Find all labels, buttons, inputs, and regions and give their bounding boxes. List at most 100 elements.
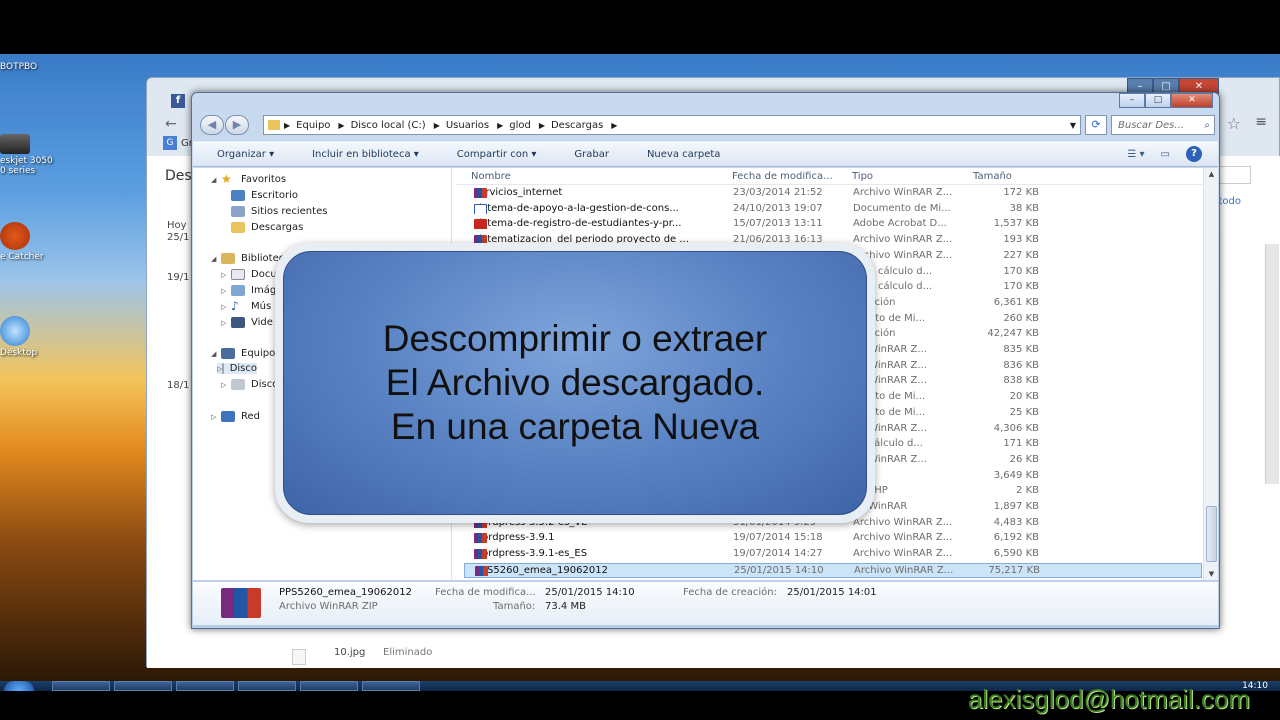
nav-equipo[interactable]: ◢ Equipo — [211, 348, 275, 359]
chevron-right-icon[interactable]: ▶ — [434, 121, 440, 130]
collapse-arrow-icon[interactable]: ▷ — [221, 271, 231, 279]
browser-back-icon[interactable]: ← — [165, 116, 177, 132]
file-size: 1,537 KB — [993, 218, 1039, 230]
details-file-name: PPS5260_emea_19062012 — [279, 587, 412, 598]
chevron-right-icon[interactable]: ▶ — [539, 121, 545, 130]
chevron-right-icon[interactable]: ▶ — [497, 121, 503, 130]
file-row[interactable]: sistema-de-registro-de-estudiantes-y-pr.… — [464, 217, 1202, 232]
nav-favoritos-label: Favoritos — [241, 174, 287, 185]
expand-arrow-icon[interactable]: ◢ — [211, 176, 221, 184]
breadcrumb-disco[interactable]: Disco local (C:) — [351, 120, 426, 131]
menu-icon[interactable]: ≡ — [1255, 114, 1267, 130]
nav-imagenes-label: Imág — [251, 285, 277, 296]
nav-favoritos[interactable]: ◢ ★ Favoritos — [211, 173, 287, 185]
breadcrumb-descargas[interactable]: Descargas — [551, 120, 603, 131]
forward-arrow-icon[interactable]: ▶ — [225, 115, 249, 135]
star-icon[interactable]: ☆ — [1227, 114, 1241, 133]
file-list-scrollbar[interactable]: ▲ ▼ — [1203, 168, 1218, 580]
chevron-right-icon[interactable]: ▶ — [611, 121, 617, 130]
nav-disco-local[interactable]: ▷ Disco — [217, 363, 257, 374]
scroll-down-icon[interactable]: ▼ — [1204, 570, 1218, 578]
maximize-button[interactable]: □ — [1145, 93, 1171, 108]
start-button[interactable] — [4, 681, 34, 691]
file-row[interactable]: wordpress-3.9.1-es_ES 19/07/2014 14:27 Arc… — [464, 547, 1202, 562]
catcher-desktop-icon[interactable]: e Catcher — [0, 222, 60, 262]
taskbar-button-ie[interactable] — [52, 681, 110, 691]
chevron-right-icon[interactable]: ▶ — [284, 121, 290, 130]
breadcrumb-equipo[interactable]: Equipo — [296, 120, 330, 131]
taskbar-button-explorer[interactable] — [114, 681, 172, 691]
nav-videos[interactable]: ▷ Vide — [221, 317, 273, 328]
breadcrumb-usuarios[interactable]: Usuarios — [446, 120, 489, 131]
videos-icon — [231, 317, 245, 328]
column-date[interactable]: Fecha de modifica... — [732, 171, 833, 182]
collapse-arrow-icon[interactable]: ▷ — [221, 303, 231, 311]
search-input[interactable]: Buscar Des... ⌕ — [1111, 115, 1215, 135]
browser-scrollbar[interactable] — [1265, 244, 1279, 484]
file-row[interactable]: PPS5260_emea_19062012 25/01/2015 14:10 Arc… — [464, 562, 1202, 578]
scroll-up-icon[interactable]: ▲ — [1204, 170, 1218, 178]
file-row[interactable]: servicios_internet 23/03/2014 21:52 Archiv… — [464, 186, 1202, 201]
collapse-arrow-icon[interactable]: ▷ — [211, 413, 221, 421]
chevron-down-icon[interactable]: ▼ — [1066, 121, 1080, 130]
file-name: servicios_internet — [474, 187, 724, 198]
explorer-titlebar[interactable]: – □ ✕ — [192, 93, 1219, 109]
winrar-archive-icon — [221, 588, 261, 618]
rar-file-icon — [475, 565, 488, 576]
include-library-label: Incluir en biblioteca — [312, 148, 411, 160]
organize-button[interactable]: Organizar ▾ — [193, 149, 288, 160]
music-icon: ♪ — [231, 299, 239, 313]
scrollbar-thumb[interactable] — [1206, 506, 1217, 562]
instruction-line-1: Descomprimir o extraer — [382, 318, 768, 359]
back-arrow-icon[interactable]: ◀ — [200, 115, 224, 135]
include-library-button[interactable]: Incluir en biblioteca ▾ — [288, 149, 433, 160]
column-name[interactable]: Nombre — [471, 171, 511, 182]
clear-all-link[interactable]: todo — [1218, 196, 1241, 207]
file-row[interactable]: sistema-de-apoyo-a-la-gestion-de-cons...… — [464, 202, 1202, 217]
facebook-icon[interactable]: f — [171, 94, 185, 108]
nav-descargas[interactable]: Descargas — [231, 222, 303, 233]
collapse-arrow-icon[interactable]: ▷ — [221, 287, 231, 295]
view-options-icon[interactable]: ☰ ▾ — [1127, 149, 1144, 160]
desktop-shortcut-icon[interactable]: Desktop — [0, 316, 60, 358]
chevron-right-icon[interactable]: ▶ — [338, 121, 344, 130]
nav-imagenes[interactable]: ▷ Imág — [221, 285, 276, 296]
expand-arrow-icon[interactable]: ◢ — [211, 255, 221, 263]
download-item-name[interactable]: 10.jpg — [334, 647, 365, 658]
column-size[interactable]: Tamaño — [973, 171, 1012, 182]
rar-file-icon — [474, 188, 487, 198]
nav-musica[interactable]: ▷ ♪ Mús — [221, 299, 271, 313]
taskbar-button-app[interactable] — [238, 681, 296, 691]
expand-arrow-icon[interactable]: ◢ — [211, 350, 221, 358]
close-button[interactable]: ✕ — [1171, 93, 1213, 108]
burn-button[interactable]: Grabar — [550, 149, 623, 160]
address-bar[interactable]: ▶ Equipo ▶ Disco local (C:) ▶ Usuarios ▶… — [263, 115, 1081, 135]
preview-pane-icon[interactable]: ▭ — [1161, 149, 1170, 160]
taskbar-button-chrome[interactable] — [176, 681, 234, 691]
nav-red[interactable]: ▷ Red — [211, 411, 260, 422]
taskbar-button-app[interactable] — [300, 681, 358, 691]
file-size: 6,192 KB — [993, 532, 1039, 544]
nav-documentos[interactable]: ▷ Docu — [221, 269, 277, 280]
column-type[interactable]: Tipo — [852, 171, 873, 182]
file-row[interactable]: wordpress-3.9.1 19/07/2014 15:18 Archivo W… — [464, 531, 1202, 546]
minimize-button[interactable]: – — [1119, 93, 1145, 108]
nav-sitios-label: Sitios recientes — [251, 206, 328, 217]
taskbar-button-app[interactable] — [362, 681, 420, 691]
google-icon[interactable]: G — [163, 136, 177, 150]
drive-icon — [222, 363, 224, 374]
new-folder-button[interactable]: Nueva carpeta — [623, 149, 734, 160]
breadcrumb-glod[interactable]: glod — [509, 120, 531, 131]
refresh-icon[interactable]: ⟳ — [1085, 115, 1107, 135]
nav-sitios-recientes[interactable]: Sitios recientes — [231, 206, 327, 217]
download-item-status: Eliminado — [383, 647, 433, 658]
nav-disco-2[interactable]: ▷ Disco — [221, 379, 278, 390]
collapse-arrow-icon[interactable]: ▷ — [221, 381, 231, 389]
printer-desktop-icon[interactable]: eskjet 3050 0 series — [0, 134, 60, 176]
share-button[interactable]: Compartir con ▾ — [433, 149, 551, 160]
nav-escritorio[interactable]: Escritorio — [231, 190, 298, 201]
help-icon[interactable]: ? — [1186, 146, 1202, 162]
collapse-arrow-icon[interactable]: ▷ — [221, 319, 231, 327]
nav-escritorio-label: Escritorio — [251, 190, 298, 201]
desktop-icon[interactable]: BOTPBO — [0, 62, 60, 72]
